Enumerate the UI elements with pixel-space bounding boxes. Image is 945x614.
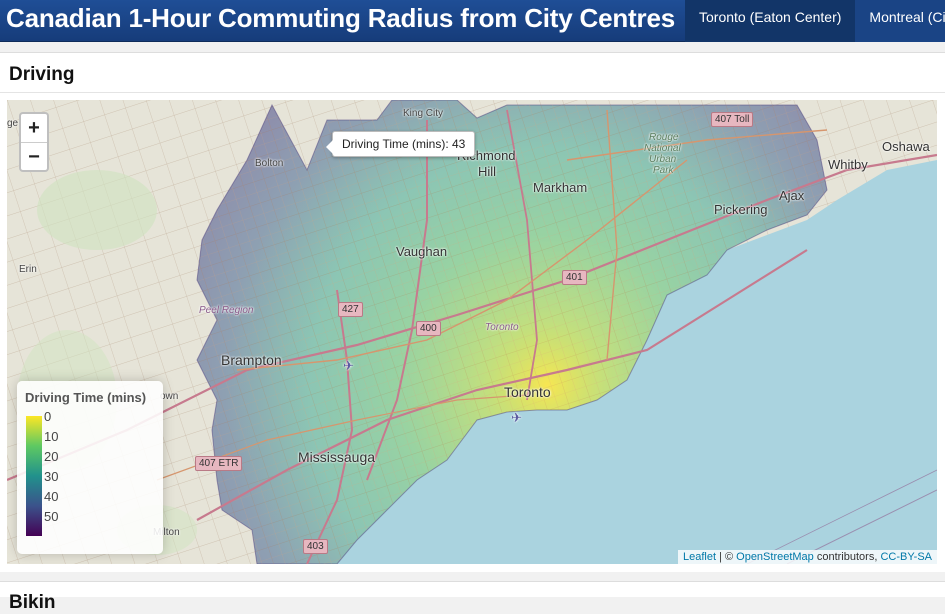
tab-montreal[interactable]: Montreal (Ci [855, 0, 945, 42]
map-legend: Driving Time (mins) 0 10 20 30 40 50 [17, 381, 163, 554]
place-hill: Hill [478, 164, 497, 179]
shield-401: 401 [562, 270, 587, 285]
place-king-city: King City [403, 108, 444, 119]
place-markham: Markham [533, 180, 588, 195]
legend-tick: 0 [44, 409, 52, 424]
legend-tick: 10 [44, 429, 59, 444]
place-ajax: Ajax [779, 188, 805, 203]
section-divider [0, 92, 945, 93]
place-vaughan: Vaughan [396, 244, 448, 259]
place-erin: Erin [19, 264, 37, 275]
top-navbar: Canadian 1-Hour Commuting Radius from Ci… [0, 0, 945, 42]
place-national: National [644, 143, 681, 154]
place-park: Park [653, 165, 674, 176]
legend-title: Driving Time (mins) [25, 390, 147, 405]
legend-tick: 20 [44, 449, 59, 464]
city-tabs: Toronto (Eaton Center) Montreal (Ci [685, 0, 945, 42]
place-toronto-region: Toronto [485, 322, 519, 333]
place-mississauga: Mississauga [298, 449, 376, 465]
driving-section: Driving King City Bolton Richmond Hill M… [0, 52, 945, 572]
map-attribution: Leaflet | © OpenStreetMap contributors, … [677, 550, 937, 564]
place-peel-region: Peel Region [199, 305, 254, 316]
place-rouge: Rouge [649, 132, 679, 143]
biking-section: Bikin [0, 581, 945, 613]
shield-400: 400 [416, 321, 441, 336]
shield-407-toll: 407 Toll [711, 112, 754, 127]
attribution-separator: | © [716, 551, 737, 563]
zoom-out-button[interactable]: − [21, 142, 47, 170]
legend-color-bar [26, 416, 42, 536]
shield-407-etr: 407 ETR [195, 456, 243, 471]
zoom-control: + − [19, 112, 49, 172]
place-whitby: Whitby [828, 157, 868, 172]
place-oshawa: Oshawa [882, 139, 930, 154]
place-toronto: Toronto [504, 384, 551, 400]
zoom-in-button[interactable]: + [21, 114, 47, 142]
leaflet-map[interactable]: King City Bolton Richmond Hill Markham R… [7, 100, 937, 564]
legend-tick: 50 [44, 509, 59, 524]
airport-pearson-icon: ✈ [343, 358, 354, 373]
leaflet-link[interactable]: Leaflet [683, 551, 716, 563]
legend-tick: 30 [44, 469, 59, 484]
legend-tick: 40 [44, 489, 59, 504]
place-brampton: Brampton [221, 352, 282, 368]
next-section-title: Bikin [9, 592, 56, 613]
shield-427: 427 [338, 302, 363, 317]
place-bolton: Bolton [255, 158, 284, 169]
place-pickering: Pickering [714, 202, 768, 217]
tab-toronto[interactable]: Toronto (Eaton Center) [685, 0, 856, 42]
attribution-contributors: contributors, [813, 551, 881, 563]
osm-link[interactable]: OpenStreetMap [736, 551, 814, 563]
airport-billy-bishop-icon: ✈ [511, 410, 522, 425]
license-link[interactable]: CC-BY-SA [880, 551, 932, 563]
shield-403: 403 [303, 539, 328, 554]
place-edge-label: ge [7, 118, 19, 129]
place-urban: Urban [649, 154, 677, 165]
section-title: Driving [9, 64, 75, 85]
hover-tooltip: Driving Time (mins): 43 [325, 131, 476, 157]
app-title: Canadian 1-Hour Commuting Radius from Ci… [6, 3, 675, 33]
